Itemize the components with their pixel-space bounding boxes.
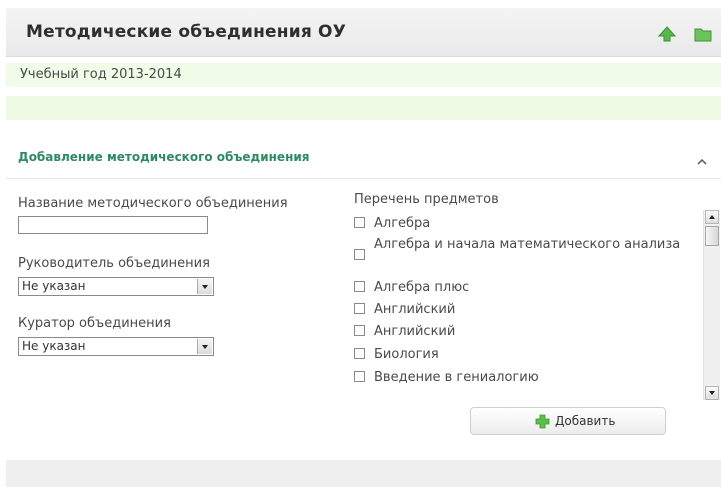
- subjects-label: Перечень предметов: [354, 192, 499, 207]
- scroll-thumb[interactable]: [705, 226, 719, 246]
- subject-checkbox[interactable]: [354, 325, 365, 336]
- add-button[interactable]: Добавить: [470, 407, 666, 435]
- subject-label: Английский: [374, 302, 456, 317]
- curator-label: Куратор объединения: [18, 316, 171, 331]
- school-year-row: Учебный год 2013-2014: [6, 63, 721, 87]
- leader-select-value: Не указан: [22, 279, 86, 293]
- up-arrow-icon[interactable]: [656, 24, 678, 44]
- subject-label: Алгебра: [374, 216, 431, 231]
- panel-header: Методические объединения ОУ: [6, 8, 721, 57]
- subject-checkbox[interactable]: [354, 303, 365, 314]
- chevron-up-icon[interactable]: [696, 152, 708, 165]
- subject-label: Алгебра плюс: [374, 280, 470, 295]
- school-year-label: Учебный год 2013-2014: [20, 67, 182, 82]
- section-title: Добавление методического объединения: [18, 150, 310, 164]
- dropdown-arrow-icon[interactable]: [197, 339, 212, 354]
- scroll-down-icon[interactable]: [705, 386, 719, 400]
- subject-checkbox[interactable]: [354, 371, 365, 382]
- page-title: Методические объединения ОУ: [26, 22, 347, 42]
- name-label: Название методического объединения: [18, 196, 288, 211]
- add-button-label: Добавить: [555, 414, 616, 428]
- scroll-up-icon[interactable]: [705, 210, 719, 224]
- subject-checkbox[interactable]: [354, 217, 365, 228]
- subjects-list: Алгебра Алгебра и начала математического…: [354, 214, 694, 394]
- subject-label: Введение в гениалогию: [374, 370, 539, 385]
- name-input[interactable]: [18, 216, 208, 234]
- subject-label: Английский: [374, 324, 456, 339]
- subject-label: Биология: [374, 347, 439, 362]
- add-section-header[interactable]: Добавление методического объединения: [6, 138, 721, 179]
- curator-select-value: Не указан: [22, 339, 86, 353]
- leader-label: Руководитель объединения: [18, 256, 210, 271]
- empty-row: [6, 96, 721, 120]
- subjects-scrollbar[interactable]: [703, 210, 720, 400]
- leader-select[interactable]: Не указан: [18, 277, 214, 296]
- plus-icon: [535, 414, 550, 429]
- subject-checkbox[interactable]: [354, 281, 365, 292]
- folder-icon[interactable]: [692, 24, 714, 44]
- dropdown-arrow-icon[interactable]: [197, 279, 212, 294]
- curator-select[interactable]: Не указан: [18, 337, 214, 356]
- subject-checkbox[interactable]: [354, 249, 365, 260]
- subject-checkbox[interactable]: [354, 348, 365, 359]
- subject-label: Алгебра и начала математического анализа: [374, 237, 681, 252]
- footer-bar: [6, 460, 721, 487]
